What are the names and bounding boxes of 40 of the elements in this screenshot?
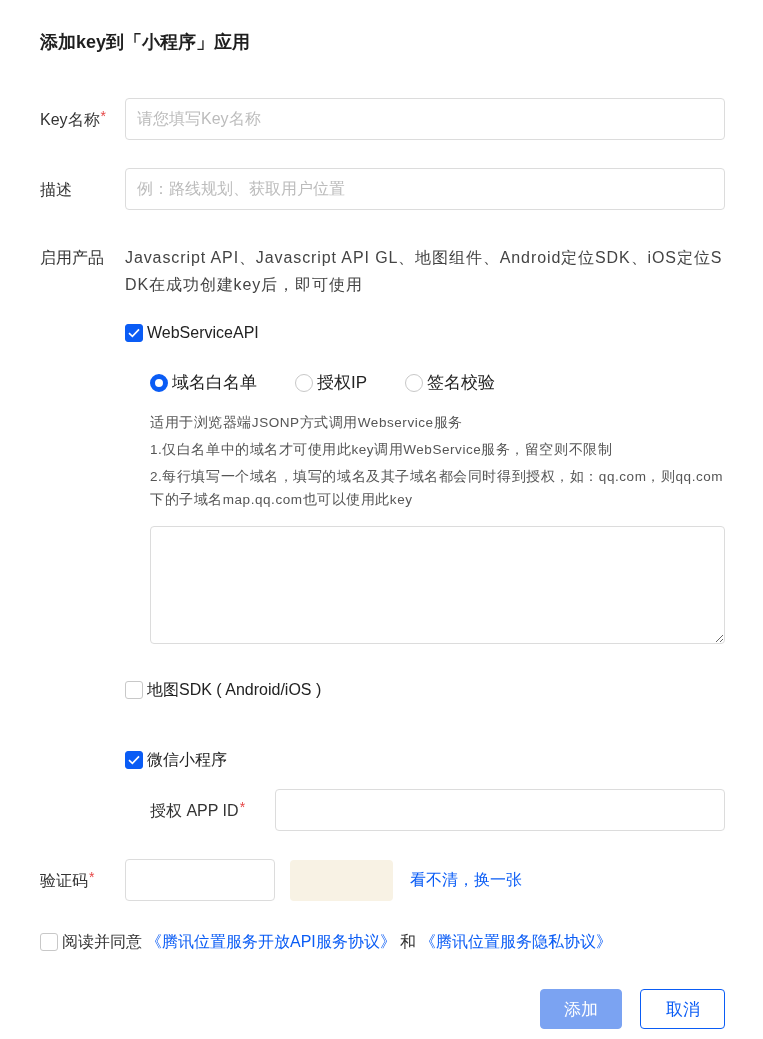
required-mark: *	[100, 107, 107, 124]
required-mark: *	[239, 798, 246, 815]
field-label: 验证码	[40, 870, 88, 891]
checkbox-label[interactable]: WebServiceAPI	[147, 321, 259, 345]
checkbox[interactable]	[125, 751, 143, 769]
radio-label[interactable]: 域名白名单	[172, 371, 257, 395]
joiner-text: 和	[399, 932, 416, 952]
required-mark: *	[89, 868, 95, 885]
captcha-image-placeholder[interactable]	[290, 859, 393, 901]
text-input[interactable]: 例：路线规划、获取用户位置	[125, 168, 725, 210]
text-input[interactable]: 请您填写Key名称	[125, 98, 725, 140]
help-text: 1.仅白名单中的域名才可使用此key调用WebService服务，留空则不限制	[150, 441, 614, 459]
checkbox-label[interactable]: 地图SDK ( Android/iOS )	[147, 678, 322, 702]
agreement-link[interactable]: 《腾讯位置服务隐私协议》	[419, 930, 612, 954]
field-label: 授权 APP ID	[150, 800, 239, 821]
radio-button[interactable]	[150, 374, 168, 392]
app-id-input[interactable]	[275, 789, 725, 831]
radio-button[interactable]	[405, 374, 424, 392]
check-icon	[128, 328, 140, 338]
checkbox[interactable]	[40, 933, 58, 951]
checkbox-label[interactable]: 微信小程序	[147, 748, 227, 772]
dialog-title: 添加key到「小程序」应用	[40, 31, 252, 54]
cancel-button[interactable]: 取消	[640, 989, 725, 1029]
checkbox[interactable]	[125, 681, 143, 699]
checkbox[interactable]	[125, 324, 143, 342]
radio-label[interactable]: 签名校验	[427, 371, 496, 395]
field-label: 启用产品	[40, 248, 104, 268]
field-label: 描述	[40, 179, 72, 200]
captcha-input[interactable]	[125, 859, 275, 901]
agreement-text: 阅读并同意	[62, 932, 142, 952]
field-label: Key名称	[40, 109, 100, 130]
help-text: 适用于浏览器端JSONP方式调用Webservice服务	[150, 414, 464, 432]
radio-button[interactable]	[295, 374, 313, 392]
help-text: 2.每行填写一个域名，填写的域名及其子域名都会同时得到授权，如：qq.com，则qq.com下的子域名map.qq.com也可以使用此key	[150, 468, 725, 509]
radio-label[interactable]: 授权IP	[317, 371, 368, 395]
agreement-link[interactable]: 《腾讯位置服务开放API服务协议》	[146, 930, 396, 954]
refresh-captcha-link[interactable]: 看不清，换一张	[410, 868, 522, 892]
domain-textarea[interactable]	[150, 526, 725, 644]
check-icon	[128, 755, 140, 765]
products-note: Javascript API、Javascript API GL、地图组件、Android定位SDK、iOS定位SDK在成功创建key后，即可使用	[125, 248, 724, 295]
